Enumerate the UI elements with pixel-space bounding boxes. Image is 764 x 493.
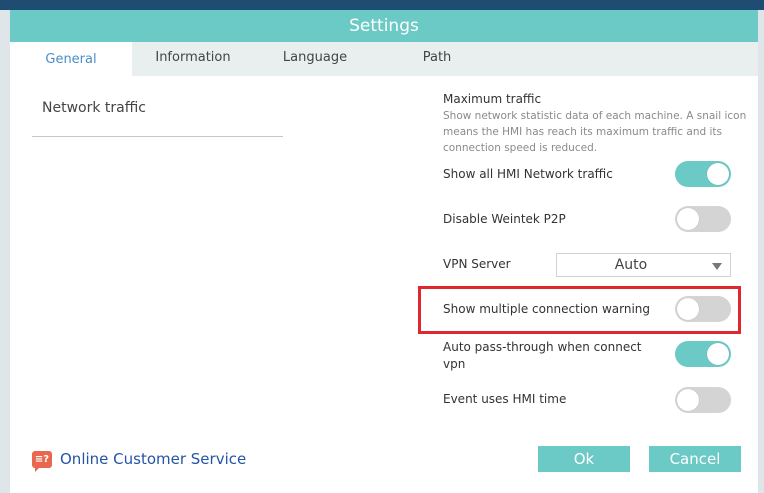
show-all-traffic-label: Show all HMI Network traffic xyxy=(443,167,613,181)
ok-button[interactable]: Ok xyxy=(538,446,630,472)
tab-language[interactable]: Language xyxy=(254,42,376,76)
auto-pass-through-toggle[interactable] xyxy=(675,341,731,367)
max-traffic-description: Show network statistic data of each mach… xyxy=(443,110,747,154)
disable-p2p-label: Disable Weintek P2P xyxy=(443,212,566,226)
tab-general[interactable]: General xyxy=(10,42,132,76)
max-traffic-info: Maximum traffic Show network statistic d… xyxy=(443,92,753,156)
max-traffic-heading: Maximum traffic xyxy=(443,92,542,106)
toggle-knob xyxy=(677,389,699,411)
background-window-strip xyxy=(0,0,764,10)
section-divider xyxy=(32,136,283,137)
tab-bar: General Information Language Path xyxy=(10,42,758,76)
dialog-titlebar: Settings xyxy=(10,10,758,42)
disable-p2p-toggle[interactable] xyxy=(675,206,731,232)
settings-dialog: Settings General Information Language Pa… xyxy=(10,10,758,493)
tab-path[interactable]: Path xyxy=(376,42,498,76)
vpn-server-select[interactable]: Auto xyxy=(556,253,731,277)
cancel-button[interactable]: Cancel xyxy=(649,446,741,472)
event-hmi-time-label: Event uses HMI time xyxy=(443,392,567,406)
dialog-title: Settings xyxy=(349,16,419,36)
section-title: Network traffic xyxy=(42,100,146,116)
tab-information[interactable]: Information xyxy=(132,42,254,76)
background-left-edge xyxy=(0,10,10,493)
vpn-server-value: Auto xyxy=(614,257,648,273)
toggle-knob xyxy=(707,163,729,185)
event-hmi-time-toggle[interactable] xyxy=(675,387,731,413)
show-all-traffic-toggle[interactable] xyxy=(675,161,731,187)
multi-conn-warning-label: Show multiple connection warning xyxy=(443,302,650,316)
multi-conn-warning-toggle[interactable] xyxy=(675,296,731,322)
customer-service-label: Online Customer Service xyxy=(60,450,247,468)
auto-pass-through-label: Auto pass-through when connect vpn xyxy=(443,340,642,371)
dropdown-arrow-icon xyxy=(712,263,722,270)
toggle-knob xyxy=(707,343,729,365)
toggle-knob xyxy=(677,298,699,320)
vpn-server-label: VPN Server xyxy=(443,257,511,271)
toggle-knob xyxy=(677,208,699,230)
background-right-edge xyxy=(758,10,764,493)
chat-question-icon: ≡? xyxy=(32,451,52,472)
